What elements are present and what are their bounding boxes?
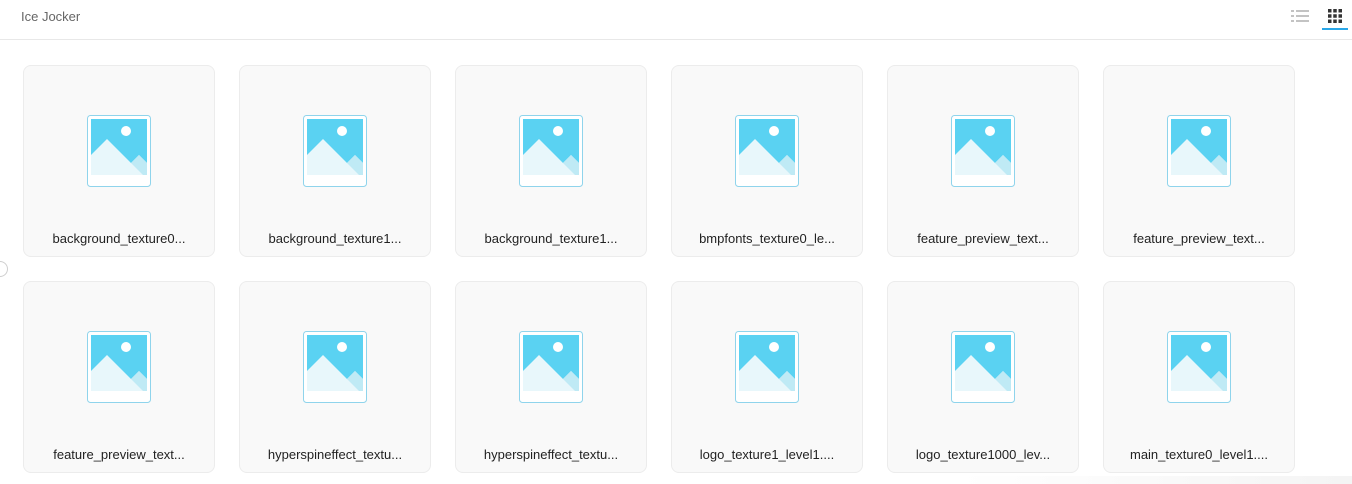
image-file-icon bbox=[951, 115, 1015, 187]
grid-view-icon bbox=[1328, 9, 1342, 23]
image-file-icon bbox=[1167, 115, 1231, 187]
top-bar: Ice Jocker bbox=[0, 0, 1352, 40]
image-file-icon bbox=[303, 331, 367, 403]
image-file-icon bbox=[735, 115, 799, 187]
file-card[interactable]: background_texture0... bbox=[23, 65, 215, 257]
image-file-icon bbox=[1167, 331, 1231, 403]
file-name: main_texture0_level1.... bbox=[1129, 447, 1269, 462]
sidebar-toggle-handle[interactable] bbox=[0, 261, 8, 277]
file-name: feature_preview_text... bbox=[1133, 231, 1265, 246]
list-view-icon bbox=[1291, 10, 1309, 22]
list-view-button[interactable] bbox=[1287, 4, 1313, 28]
image-file-icon bbox=[87, 115, 151, 187]
image-file-icon bbox=[735, 331, 799, 403]
file-card[interactable]: feature_preview_text... bbox=[23, 281, 215, 473]
file-card[interactable]: background_texture1... bbox=[239, 65, 431, 257]
page-title: Ice Jocker bbox=[21, 9, 81, 24]
image-file-icon bbox=[519, 115, 583, 187]
file-name: background_texture0... bbox=[52, 231, 186, 246]
file-card[interactable]: hyperspineffect_textu... bbox=[455, 281, 647, 473]
file-name: background_texture1... bbox=[484, 231, 618, 246]
file-name: logo_texture1_level1.... bbox=[699, 447, 835, 462]
file-card[interactable]: background_texture1... bbox=[455, 65, 647, 257]
grid-view-button[interactable] bbox=[1322, 4, 1348, 30]
file-card[interactable]: main_texture0_level1.... bbox=[1103, 281, 1295, 473]
file-card[interactable]: feature_preview_text... bbox=[887, 65, 1079, 257]
image-file-icon bbox=[951, 331, 1015, 403]
image-file-icon bbox=[303, 115, 367, 187]
bottom-shadow bbox=[960, 476, 1352, 484]
file-name: feature_preview_text... bbox=[53, 447, 185, 462]
image-file-icon bbox=[87, 331, 151, 403]
file-name: logo_texture1000_lev... bbox=[915, 447, 1051, 462]
file-card[interactable]: bmpfonts_texture0_le... bbox=[671, 65, 863, 257]
image-file-icon bbox=[519, 331, 583, 403]
file-name: feature_preview_text... bbox=[917, 231, 1049, 246]
file-name: bmpfonts_texture0_le... bbox=[699, 231, 835, 246]
file-card[interactable]: feature_preview_text... bbox=[1103, 65, 1295, 257]
file-card[interactable]: logo_texture1_level1.... bbox=[671, 281, 863, 473]
file-name: hyperspineffect_textu... bbox=[267, 447, 403, 462]
file-name: background_texture1... bbox=[268, 231, 402, 246]
file-name: hyperspineffect_textu... bbox=[483, 447, 619, 462]
file-card[interactable]: logo_texture1000_lev... bbox=[887, 281, 1079, 473]
file-card[interactable]: hyperspineffect_textu... bbox=[239, 281, 431, 473]
